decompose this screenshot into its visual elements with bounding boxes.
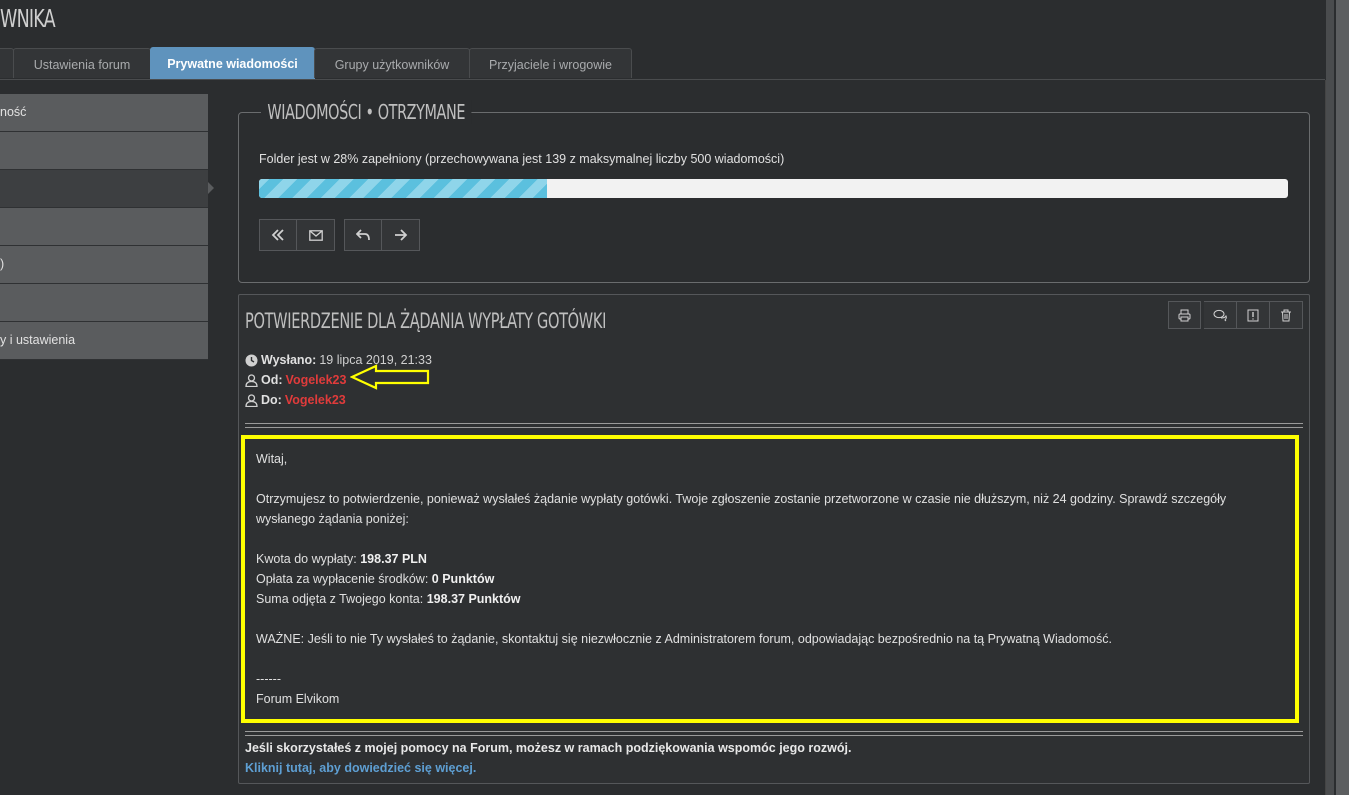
sidebar-item-rules-settings[interactable]: y i ustawienia <box>0 322 208 360</box>
important-text: WAŻNE: Jeśli to nie Ty wysłałeś to żądan… <box>256 632 1112 646</box>
to-row: Do: Vogelek23 <box>245 390 432 410</box>
learn-more-link[interactable]: Kliknij tutaj, aby dowiedzieć się więcej… <box>245 758 851 778</box>
greeting: Witaj, <box>256 452 288 466</box>
to-username-link[interactable]: Vogelek23 <box>285 390 346 410</box>
message-body: Witaj, Otrzymujesz to potwierdzenie, pon… <box>241 435 1299 723</box>
fee-line: Opłata za wypłacenie środków: 0 Punktów <box>256 569 1295 589</box>
total-label: Suma odjęta z Twojego konta: <box>256 592 424 606</box>
quota-progress-fill <box>259 179 548 198</box>
support-text: Jeśli skorzystałeś z mojej pomocy na For… <box>245 741 852 755</box>
reply-icon <box>355 229 370 241</box>
amount-line: Kwota do wypłaty: 198.37 PLN <box>256 549 1295 569</box>
sent-label: Wysłano: <box>261 353 317 367</box>
sidebar-item-inbox[interactable] <box>0 170 208 208</box>
sidebar: ność ) y i ustawienia <box>0 94 208 360</box>
signature-divider <box>245 731 1303 736</box>
tab-friends-foes[interactable]: Przyjaciele i wrogowie <box>469 48 632 78</box>
signature-name: Forum Elvikom <box>256 692 340 706</box>
user-icon <box>245 373 258 387</box>
folder-panel: WIADOMOŚCI • OTRZYMANE Folder jest w 28%… <box>238 100 1310 283</box>
double-left-icon <box>271 229 284 241</box>
back-to-folder-button[interactable] <box>259 219 297 251</box>
delete-button[interactable] <box>1270 301 1303 329</box>
signature: Jeśli skorzystałeś z mojej pomocy na For… <box>245 738 851 778</box>
from-label: Od: <box>261 373 283 387</box>
quota-text: Folder jest w 28% zapełniony (przechowyw… <box>259 152 785 166</box>
quote-button[interactable] <box>1204 301 1237 329</box>
fee-label: Opłata za wypłacenie środków: <box>256 572 429 586</box>
page-scrollbar[interactable] <box>1326 0 1349 795</box>
print-icon <box>1178 309 1191 321</box>
amount-value: 198.37 PLN <box>360 552 427 566</box>
report-button[interactable] <box>1237 301 1270 329</box>
sidebar-item-compose[interactable]: ność <box>0 94 208 132</box>
sidebar-item-6[interactable] <box>0 284 208 322</box>
from-username-link[interactable]: Vogelek23 <box>286 370 347 390</box>
message-title: POTWIERDZENIE DLA ŻĄDANIA WYPŁATY GOTÓWK… <box>245 309 607 333</box>
tab-user-groups[interactable]: Grupy użytkowników <box>314 48 470 78</box>
folder-legend: WIADOMOŚCI • OTRZYMANE <box>261 100 472 124</box>
report-icon <box>1247 309 1259 321</box>
nav-button-group-left <box>259 219 335 251</box>
tab-partial[interactable] <box>0 48 14 78</box>
signature-dashes: ------ <box>256 672 281 686</box>
user-icon <box>245 393 258 407</box>
amount-label: Kwota do wypłaty: <box>256 552 357 566</box>
highlight-arrow-icon <box>350 364 430 390</box>
message-tools <box>1168 301 1303 329</box>
tab-private-messages[interactable]: Prywatne wiadomości <box>150 47 315 79</box>
clock-icon <box>245 354 258 366</box>
trash-icon <box>1281 309 1291 321</box>
intro-text: Otrzymujesz to potwierdzenie, ponieważ w… <box>256 492 1227 526</box>
page-title: WNIKA <box>0 4 56 33</box>
to-label: Do: <box>261 393 282 407</box>
sidebar-item-4[interactable] <box>0 208 208 246</box>
nav-button-group-right <box>344 219 420 251</box>
fee-value: 0 Punktów <box>431 572 495 586</box>
sidebar-item-5[interactable]: ) <box>0 246 208 284</box>
envelope-icon <box>308 229 323 241</box>
quote-icon <box>1213 309 1227 321</box>
header-divider <box>245 423 1303 428</box>
sidebar-active-pointer <box>208 182 214 194</box>
total-value: 198.37 Punktów <box>426 592 521 606</box>
arrow-right-icon <box>394 229 407 241</box>
reply-button[interactable] <box>344 219 382 251</box>
print-button[interactable] <box>1168 301 1201 329</box>
total-line: Suma odjęta z Twojego konta: 198.37 Punk… <box>256 589 1295 609</box>
scrollbar-thumb[interactable] <box>1336 0 1349 795</box>
forward-button[interactable] <box>382 219 420 251</box>
mark-unread-button[interactable] <box>297 219 335 251</box>
tab-forum-settings[interactable]: Ustawienia forum <box>13 48 151 78</box>
sidebar-item-2[interactable] <box>0 132 208 170</box>
quota-progress-bar <box>259 179 1288 198</box>
